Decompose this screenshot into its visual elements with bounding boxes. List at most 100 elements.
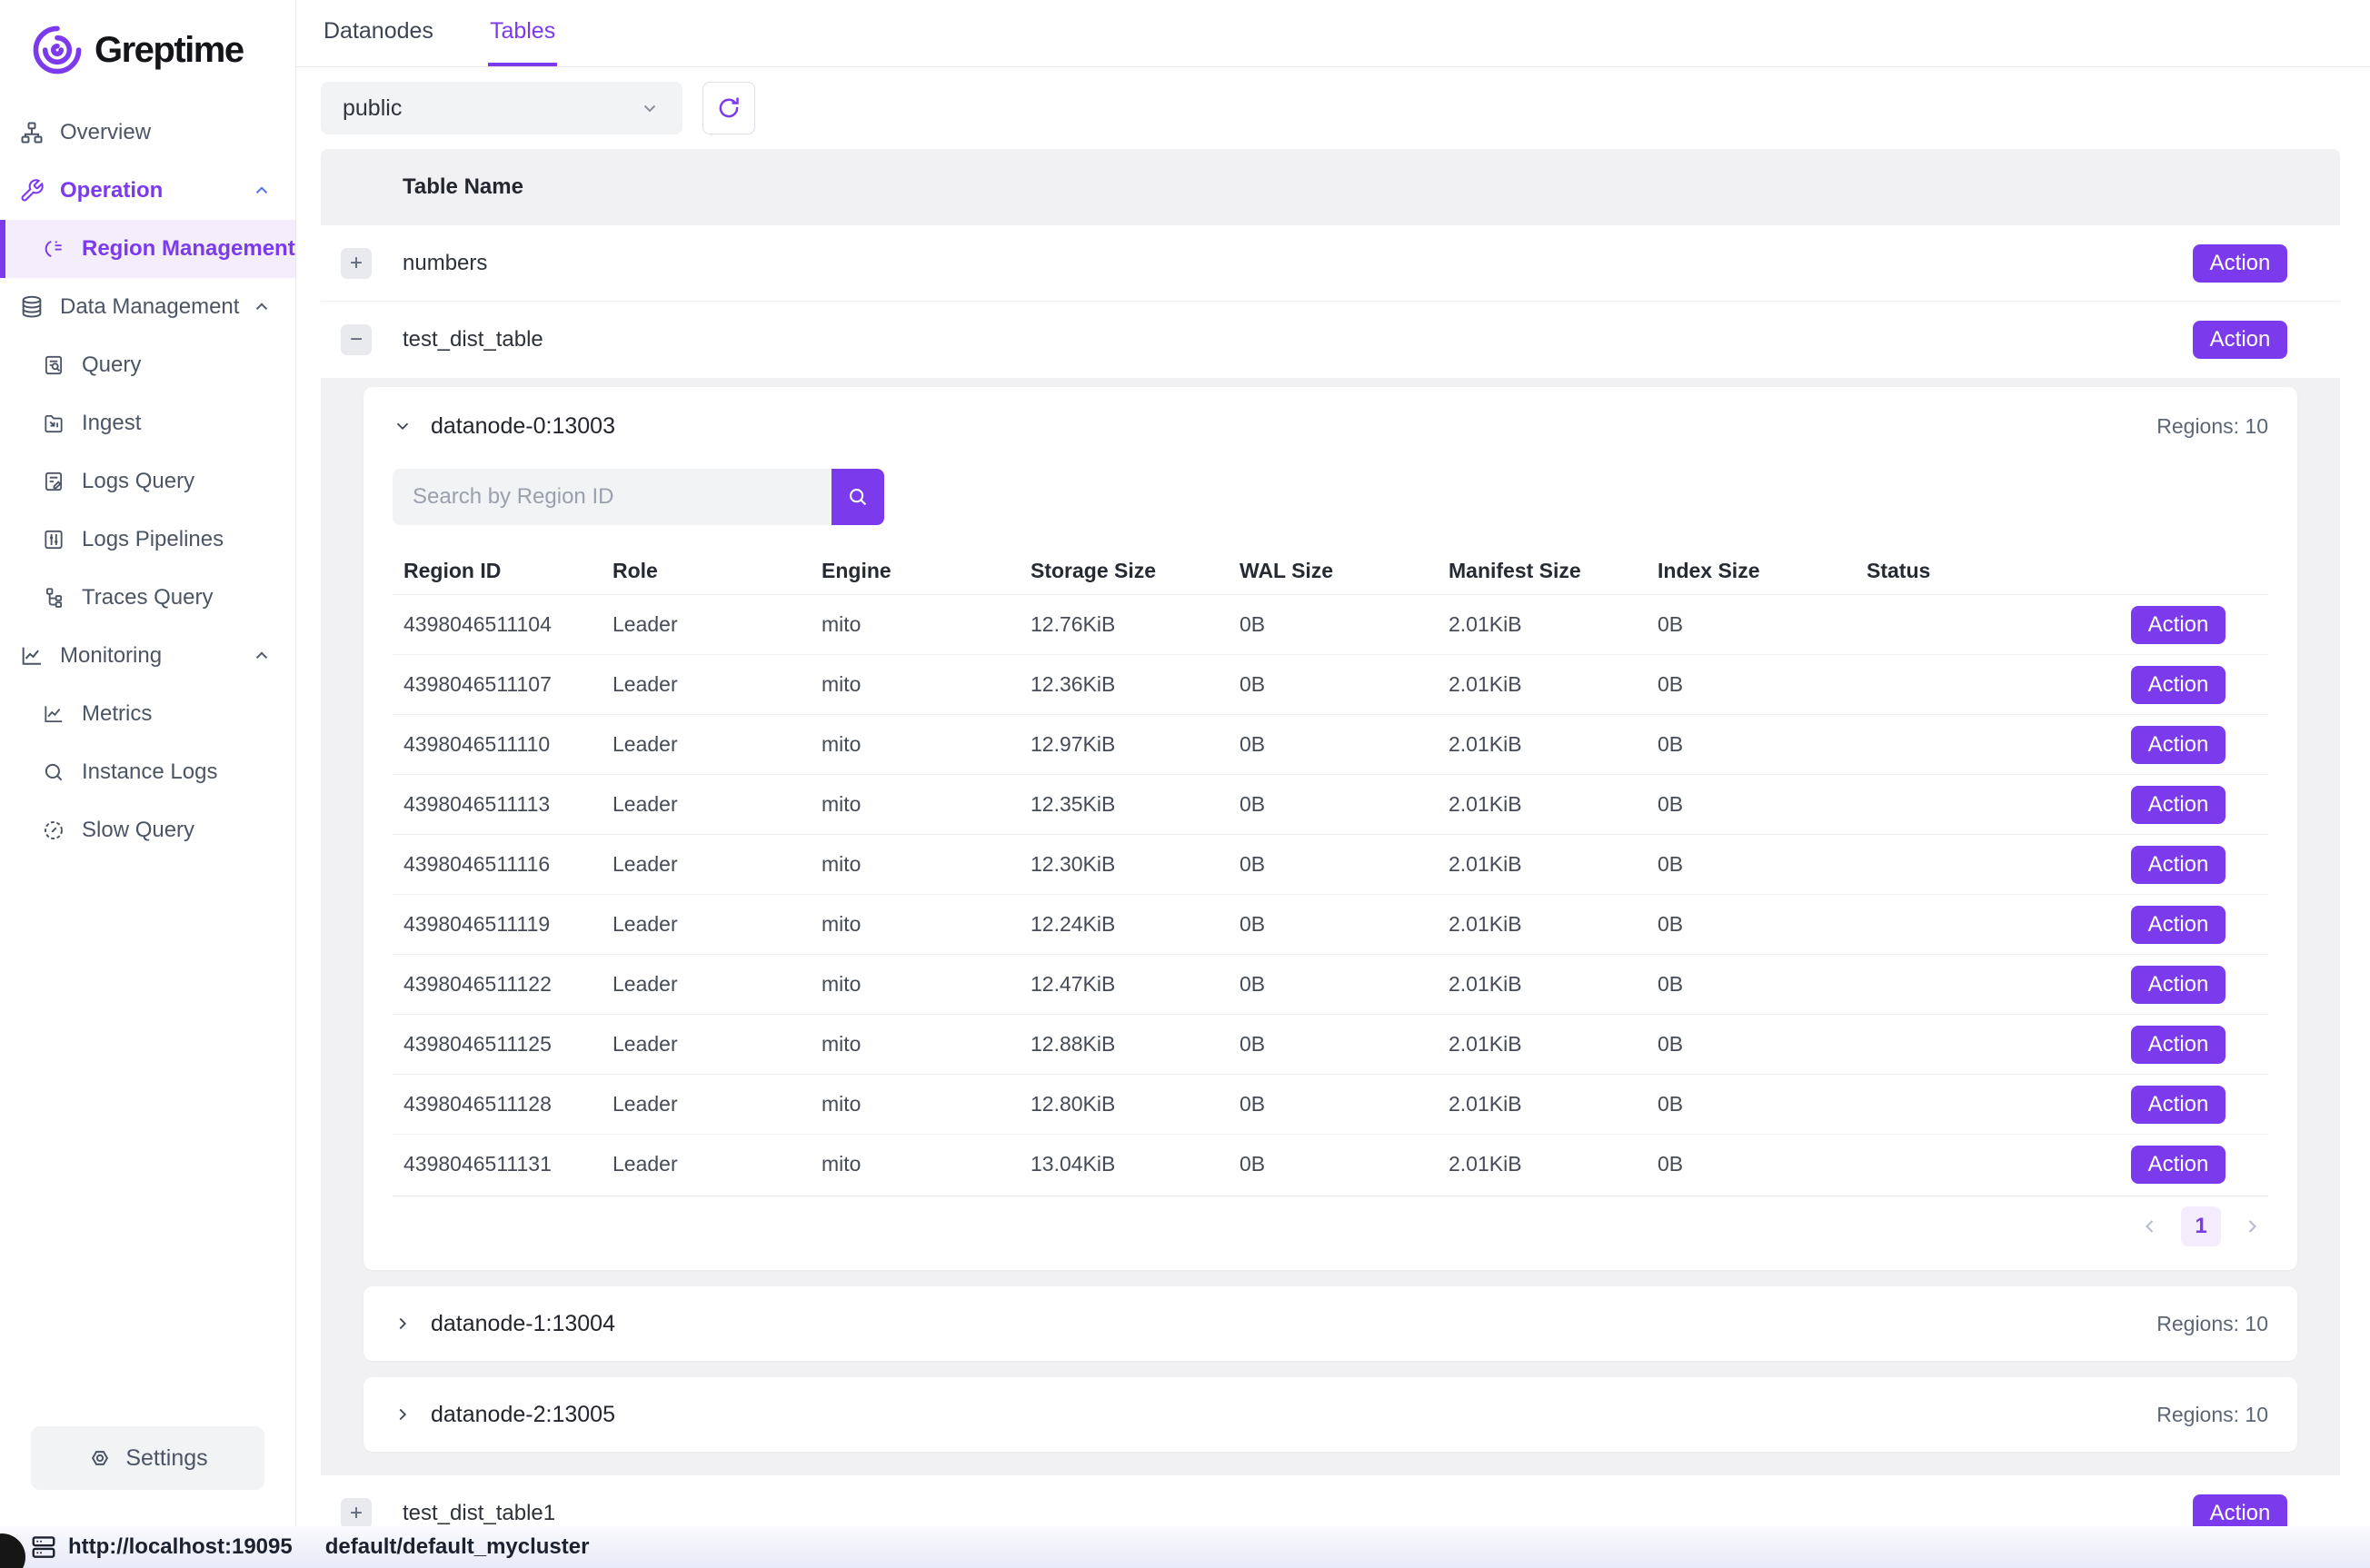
datanode-name: datanode-2:13005	[431, 1402, 615, 1428]
region-id-cell: 4398046511113	[403, 792, 612, 817]
sidebar-item-monitoring[interactable]: Monitoring	[0, 627, 295, 685]
role-cell: Leader	[612, 732, 822, 757]
region-id-cell: 4398046511104	[403, 612, 612, 637]
pagination: 1	[393, 1196, 2268, 1255]
index-size-cell: 0B	[1658, 972, 1867, 997]
region-list-icon	[40, 235, 67, 263]
region-id-cell: 4398046511116	[403, 852, 612, 877]
manifest-size-cell: 2.01KiB	[1449, 912, 1658, 937]
expand-row-button[interactable]: +	[341, 1498, 372, 1529]
table-action-button[interactable]: Action	[2193, 321, 2287, 359]
manifest-size-cell: 2.01KiB	[1449, 1032, 1658, 1057]
next-page-icon[interactable]	[2241, 1216, 2263, 1237]
datanode-2-toggle[interactable]: datanode-2:13005 Regions: 10	[393, 1377, 2268, 1452]
engine-cell: mito	[822, 1152, 1031, 1176]
index-size-cell: 0B	[1658, 1032, 1867, 1057]
index-size-cell: 0B	[1658, 612, 1867, 637]
sidebar-item-label: Logs Query	[82, 469, 194, 494]
sidebar-item-operation[interactable]: Operation	[0, 162, 295, 220]
sidebar-item-traces-query[interactable]: Traces Query	[0, 569, 295, 627]
index-size-cell: 0B	[1658, 1092, 1867, 1116]
column-header: Role	[612, 559, 822, 583]
sidebar-item-data-management[interactable]: Data Management	[0, 278, 295, 336]
sidebar-item-label: Slow Query	[82, 818, 194, 843]
corner-widget[interactable]	[0, 1533, 25, 1568]
region-action-button[interactable]: Action	[2131, 666, 2226, 704]
region-search-input[interactable]	[393, 469, 831, 525]
sidebar-item-instance-logs[interactable]: Instance Logs	[0, 743, 295, 801]
greptime-logo-icon	[31, 24, 84, 76]
expand-row-button[interactable]: +	[341, 248, 372, 279]
wal-size-cell: 0B	[1240, 1092, 1449, 1116]
expanded-table-panel: datanode-0:13003 Regions: 10	[321, 378, 2340, 1475]
region-action-button[interactable]: Action	[2131, 1146, 2226, 1184]
table-action-button[interactable]: Action	[2193, 244, 2287, 283]
region-id-cell: 4398046511128	[403, 1092, 612, 1116]
schema-select[interactable]: public	[321, 82, 682, 134]
region-action-button[interactable]: Action	[2131, 1086, 2226, 1124]
wal-size-cell: 0B	[1240, 1152, 1449, 1176]
wal-size-cell: 0B	[1240, 612, 1449, 637]
table-row-numbers: + numbers Action	[321, 225, 2340, 302]
chart-icon	[18, 642, 45, 670]
storage-size-cell: 13.04KiB	[1031, 1152, 1240, 1176]
page-number[interactable]: 1	[2181, 1206, 2221, 1246]
settings-button[interactable]: Settings	[31, 1426, 264, 1490]
storage-size-cell: 12.35KiB	[1031, 792, 1240, 817]
prev-page-icon[interactable]	[2139, 1216, 2161, 1237]
sidebar-item-label: Ingest	[82, 411, 141, 436]
manifest-size-cell: 2.01KiB	[1449, 852, 1658, 877]
region-action-button[interactable]: Action	[2131, 966, 2226, 1004]
schema-select-value: public	[343, 95, 402, 122]
wal-size-cell: 0B	[1240, 852, 1449, 877]
manifest-size-cell: 2.01KiB	[1449, 1092, 1658, 1116]
region-id-cell: 4398046511125	[403, 1032, 612, 1057]
chevron-up-icon	[252, 297, 272, 317]
region-action-button[interactable]: Action	[2131, 1026, 2226, 1064]
sidebar-item-logs-pipelines[interactable]: Logs Pipelines	[0, 511, 295, 569]
role-cell: Leader	[612, 1092, 822, 1116]
tab-datanodes[interactable]: Datanodes	[322, 0, 435, 66]
region-action-button[interactable]: Action	[2131, 846, 2226, 884]
status-bar: http://localhost:19095 default/default_m…	[0, 1526, 2370, 1568]
sidebar-item-overview[interactable]: Overview	[0, 104, 295, 162]
region-search-button[interactable]	[831, 469, 884, 525]
datanode-0-toggle[interactable]: datanode-0:13003 Regions: 10	[393, 387, 2268, 465]
regions-count: Regions: 10	[2156, 414, 2268, 439]
sidebar-item-region-management[interactable]: Region Management	[0, 220, 295, 278]
trace-tree-icon	[40, 584, 67, 611]
region-action-button[interactable]: Action	[2131, 786, 2226, 824]
region-action-button[interactable]: Action	[2131, 726, 2226, 764]
sidebar-item-label: Logs Pipelines	[82, 527, 224, 552]
sidebar-item-metrics[interactable]: Metrics	[0, 685, 295, 743]
region-table-header: Region ID Role Engine Storage Size WAL S…	[393, 547, 2268, 594]
region-table-row: 4398046511107 Leader mito 12.36KiB 0B 2.…	[393, 654, 2268, 714]
brand-logo[interactable]: Greptime	[0, 0, 295, 96]
sidebar-item-slow-query[interactable]: Slow Query	[0, 801, 295, 859]
engine-cell: mito	[822, 972, 1031, 997]
sidebar-item-query[interactable]: Query	[0, 336, 295, 394]
engine-cell: mito	[822, 672, 1031, 697]
manifest-size-cell: 2.01KiB	[1449, 672, 1658, 697]
region-action-button[interactable]: Action	[2131, 906, 2226, 944]
sidebar-item-label: Region Management	[82, 236, 295, 262]
wal-size-cell: 0B	[1240, 912, 1449, 937]
engine-cell: mito	[822, 1032, 1031, 1057]
datanode-1-toggle[interactable]: datanode-1:13004 Regions: 10	[393, 1286, 2268, 1361]
sidebar-item-logs-query[interactable]: Logs Query	[0, 452, 295, 511]
sidebar-item-ingest[interactable]: Ingest	[0, 394, 295, 452]
datanode-1-card: datanode-1:13004 Regions: 10	[363, 1286, 2297, 1361]
engine-cell: mito	[822, 912, 1031, 937]
wrench-icon	[18, 177, 45, 204]
server-url[interactable]: http://localhost:19095	[68, 1534, 293, 1560]
sidebar-item-label: Instance Logs	[82, 759, 217, 785]
sidebar-item-label: Monitoring	[60, 643, 162, 669]
refresh-button[interactable]	[702, 82, 755, 134]
collapse-row-button[interactable]: −	[341, 324, 372, 355]
region-id-cell: 4398046511107	[403, 672, 612, 697]
engine-cell: mito	[822, 612, 1031, 637]
region-action-button[interactable]: Action	[2131, 606, 2226, 644]
role-cell: Leader	[612, 612, 822, 637]
tab-tables[interactable]: Tables	[488, 0, 557, 66]
index-size-cell: 0B	[1658, 1152, 1867, 1176]
